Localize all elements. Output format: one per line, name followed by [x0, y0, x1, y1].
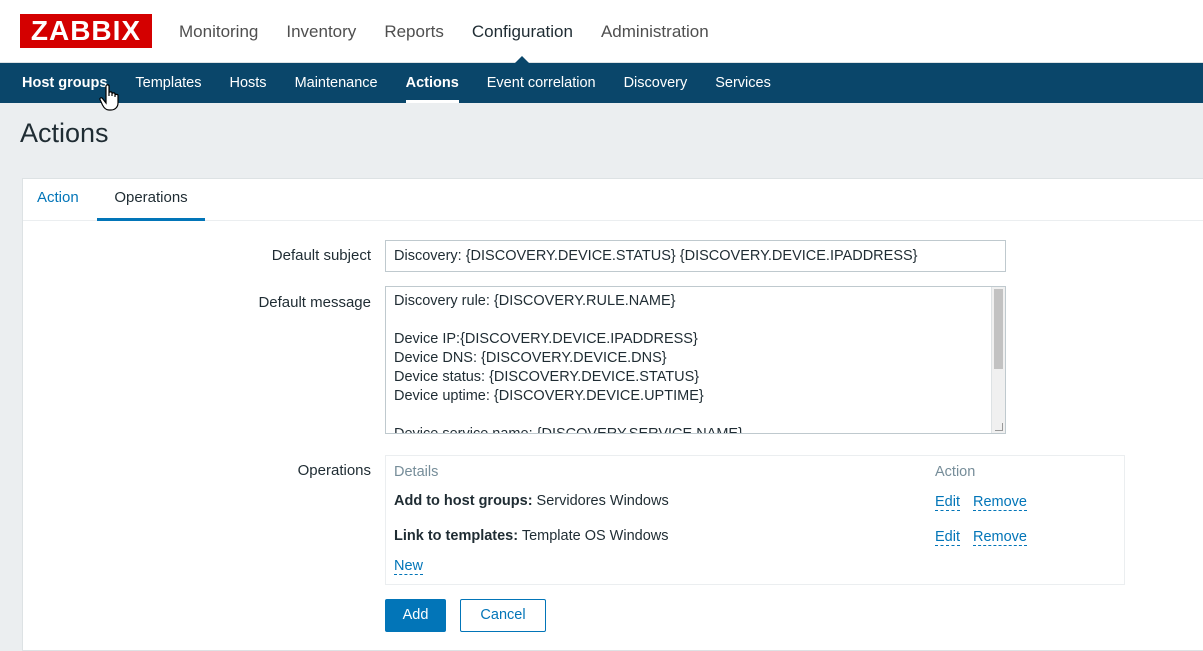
- zabbix-logo[interactable]: ZABBIX: [20, 14, 152, 48]
- message-scrollbar-thumb[interactable]: [994, 289, 1003, 369]
- menu-configuration[interactable]: Configuration: [458, 0, 587, 63]
- remove-operation-link[interactable]: Remove: [973, 494, 1027, 511]
- operation-key: Link to templates:: [394, 528, 519, 544]
- operations-col-details: Details: [394, 464, 439, 480]
- operations-col-action: Action: [935, 464, 976, 480]
- menu-reports[interactable]: Reports: [370, 0, 458, 63]
- operation-value: Template OS Windows: [518, 528, 669, 544]
- form-tabs: Action Operations: [23, 179, 1203, 221]
- sub-menu: Host groups Templates Hosts Maintenance …: [0, 63, 1203, 103]
- submenu-actions[interactable]: Actions: [392, 63, 473, 103]
- submenu-hosts[interactable]: Hosts: [215, 63, 280, 103]
- menu-administration[interactable]: Administration: [587, 0, 723, 63]
- menu-monitoring[interactable]: Monitoring: [165, 0, 272, 63]
- tab-action[interactable]: Action: [37, 179, 79, 220]
- default-subject-input[interactable]: Discovery: {DISCOVERY.DEVICE.STATUS} {DI…: [385, 240, 1006, 272]
- operation-row: Add to host groups: Servidores Windows: [394, 493, 669, 509]
- submenu-maintenance[interactable]: Maintenance: [281, 63, 392, 103]
- submenu-discovery[interactable]: Discovery: [610, 63, 702, 103]
- cancel-button[interactable]: Cancel: [460, 599, 546, 632]
- new-operation-link[interactable]: New: [394, 558, 424, 575]
- default-message-textarea[interactable]: Discovery rule: {DISCOVERY.RULE.NAME} De…: [385, 286, 1006, 434]
- default-message-label: Default message: [258, 294, 371, 311]
- hand-cursor-icon: [99, 84, 119, 111]
- tab-operations[interactable]: Operations: [97, 179, 205, 221]
- edit-operation-link[interactable]: Edit: [935, 494, 960, 511]
- submenu-event-correlation[interactable]: Event correlation: [473, 63, 610, 103]
- operations-label: Operations: [297, 462, 371, 479]
- message-scrollbar[interactable]: [991, 287, 1005, 433]
- top-header: ZABBIX Monitoring Inventory Reports Conf…: [0, 0, 1203, 63]
- submenu-services[interactable]: Services: [701, 63, 785, 103]
- default-message-text: Discovery rule: {DISCOVERY.RULE.NAME} De…: [394, 293, 743, 434]
- active-menu-caret-icon: [515, 56, 530, 63]
- menu-configuration-label: Configuration: [471, 22, 573, 41]
- menu-inventory[interactable]: Inventory: [272, 0, 370, 63]
- operation-row: Link to templates: Template OS Windows: [394, 528, 669, 544]
- add-button[interactable]: Add: [385, 599, 446, 632]
- page-title: Actions: [20, 118, 109, 148]
- edit-operation-link[interactable]: Edit: [935, 529, 960, 546]
- action-form-panel: Action Operations Default subject Discov…: [22, 178, 1203, 651]
- operation-value: Servidores Windows: [532, 493, 669, 509]
- operation-key: Add to host groups:: [394, 493, 533, 509]
- remove-operation-link[interactable]: Remove: [973, 529, 1027, 546]
- resize-grip-icon[interactable]: [995, 423, 1003, 431]
- main-menu: Monitoring Inventory Reports Configurati…: [165, 0, 723, 63]
- submenu-templates[interactable]: Templates: [121, 63, 215, 103]
- default-subject-label: Default subject: [271, 247, 371, 264]
- operations-table: Details Action Add to host groups: Servi…: [385, 455, 1125, 585]
